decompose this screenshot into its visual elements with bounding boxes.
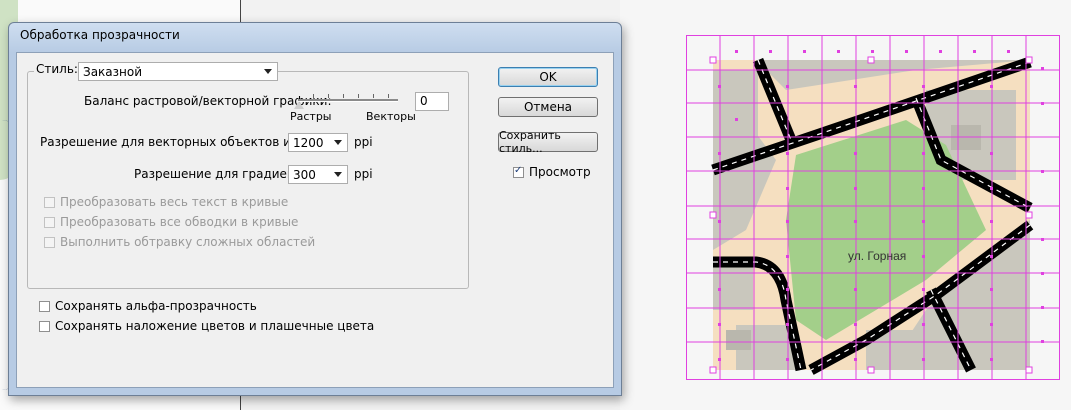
text-to-curves-label: Преобразовать весь текст в кривые <box>60 195 289 209</box>
balance-slider-track[interactable] <box>298 99 398 102</box>
transparency-flattener-dialog: Обработка прозрачности Стиль: Заказной Б… <box>8 22 622 396</box>
preserve-overprint-label: Сохранять наложение цветов и плашечные ц… <box>55 319 375 333</box>
gradient-resolution-unit: ppi <box>354 167 373 181</box>
settings-group: Стиль: Заказной Баланс растровой/векторн… <box>27 62 469 289</box>
style-dropdown[interactable]: Заказной <box>78 62 278 81</box>
slider-tick <box>388 94 389 98</box>
gradient-resolution-dropdown[interactable]: 300 <box>288 165 348 184</box>
clip-complex-label: Выполнить обтравку сложных областей <box>60 235 316 249</box>
vector-resolution-value: 1200 <box>293 135 324 150</box>
preview-checkbox[interactable] <box>513 165 524 178</box>
street-name-label: ул. Горная <box>848 249 906 263</box>
text-to-curves-checkbox[interactable] <box>44 197 55 208</box>
style-row: Стиль: <box>34 62 80 76</box>
vector-resolution-dropdown[interactable]: 1200 <box>288 133 348 152</box>
save-style-button[interactable]: Сохранить стиль... <box>498 129 598 155</box>
balance-value-field[interactable]: 0 <box>415 92 449 111</box>
balance-slider-thumb[interactable] <box>294 101 304 109</box>
slider-tick <box>328 94 329 98</box>
slider-tick <box>358 94 359 98</box>
strokes-to-curves-label: Преобразовать все обводки в кривые <box>60 215 299 229</box>
preview-label: Просмотр <box>529 165 591 179</box>
slider-tick <box>373 94 374 98</box>
chevron-down-icon <box>334 140 342 145</box>
map-artwork[interactable]: ул. Горная <box>686 30 1060 380</box>
cancel-button[interactable]: Отмена <box>498 97 598 117</box>
slider-tick <box>313 94 314 98</box>
preserve-alpha-label: Сохранять альфа-прозрачность <box>55 299 257 313</box>
ok-button[interactable]: OK <box>498 67 598 87</box>
slider-min-label: Растры <box>290 110 332 123</box>
dialog-title: Обработка прозрачности <box>20 28 180 42</box>
dialog-body: Стиль: Заказной Баланс растровой/векторн… <box>16 52 614 388</box>
slider-tick <box>343 94 344 98</box>
style-value: Заказной <box>83 64 143 79</box>
vector-resolution-unit: ppi <box>354 135 373 149</box>
chevron-down-icon <box>334 172 342 177</box>
gradient-resolution-value: 300 <box>293 167 316 182</box>
chevron-down-icon <box>264 69 272 74</box>
preserve-alpha-checkbox[interactable] <box>39 301 50 312</box>
clip-complex-checkbox[interactable] <box>44 237 55 248</box>
preserve-overprint-checkbox[interactable] <box>39 321 50 332</box>
slider-max-label: Векторы <box>366 110 416 123</box>
style-label: Стиль: <box>36 62 78 76</box>
strokes-to-curves-checkbox[interactable] <box>44 217 55 228</box>
